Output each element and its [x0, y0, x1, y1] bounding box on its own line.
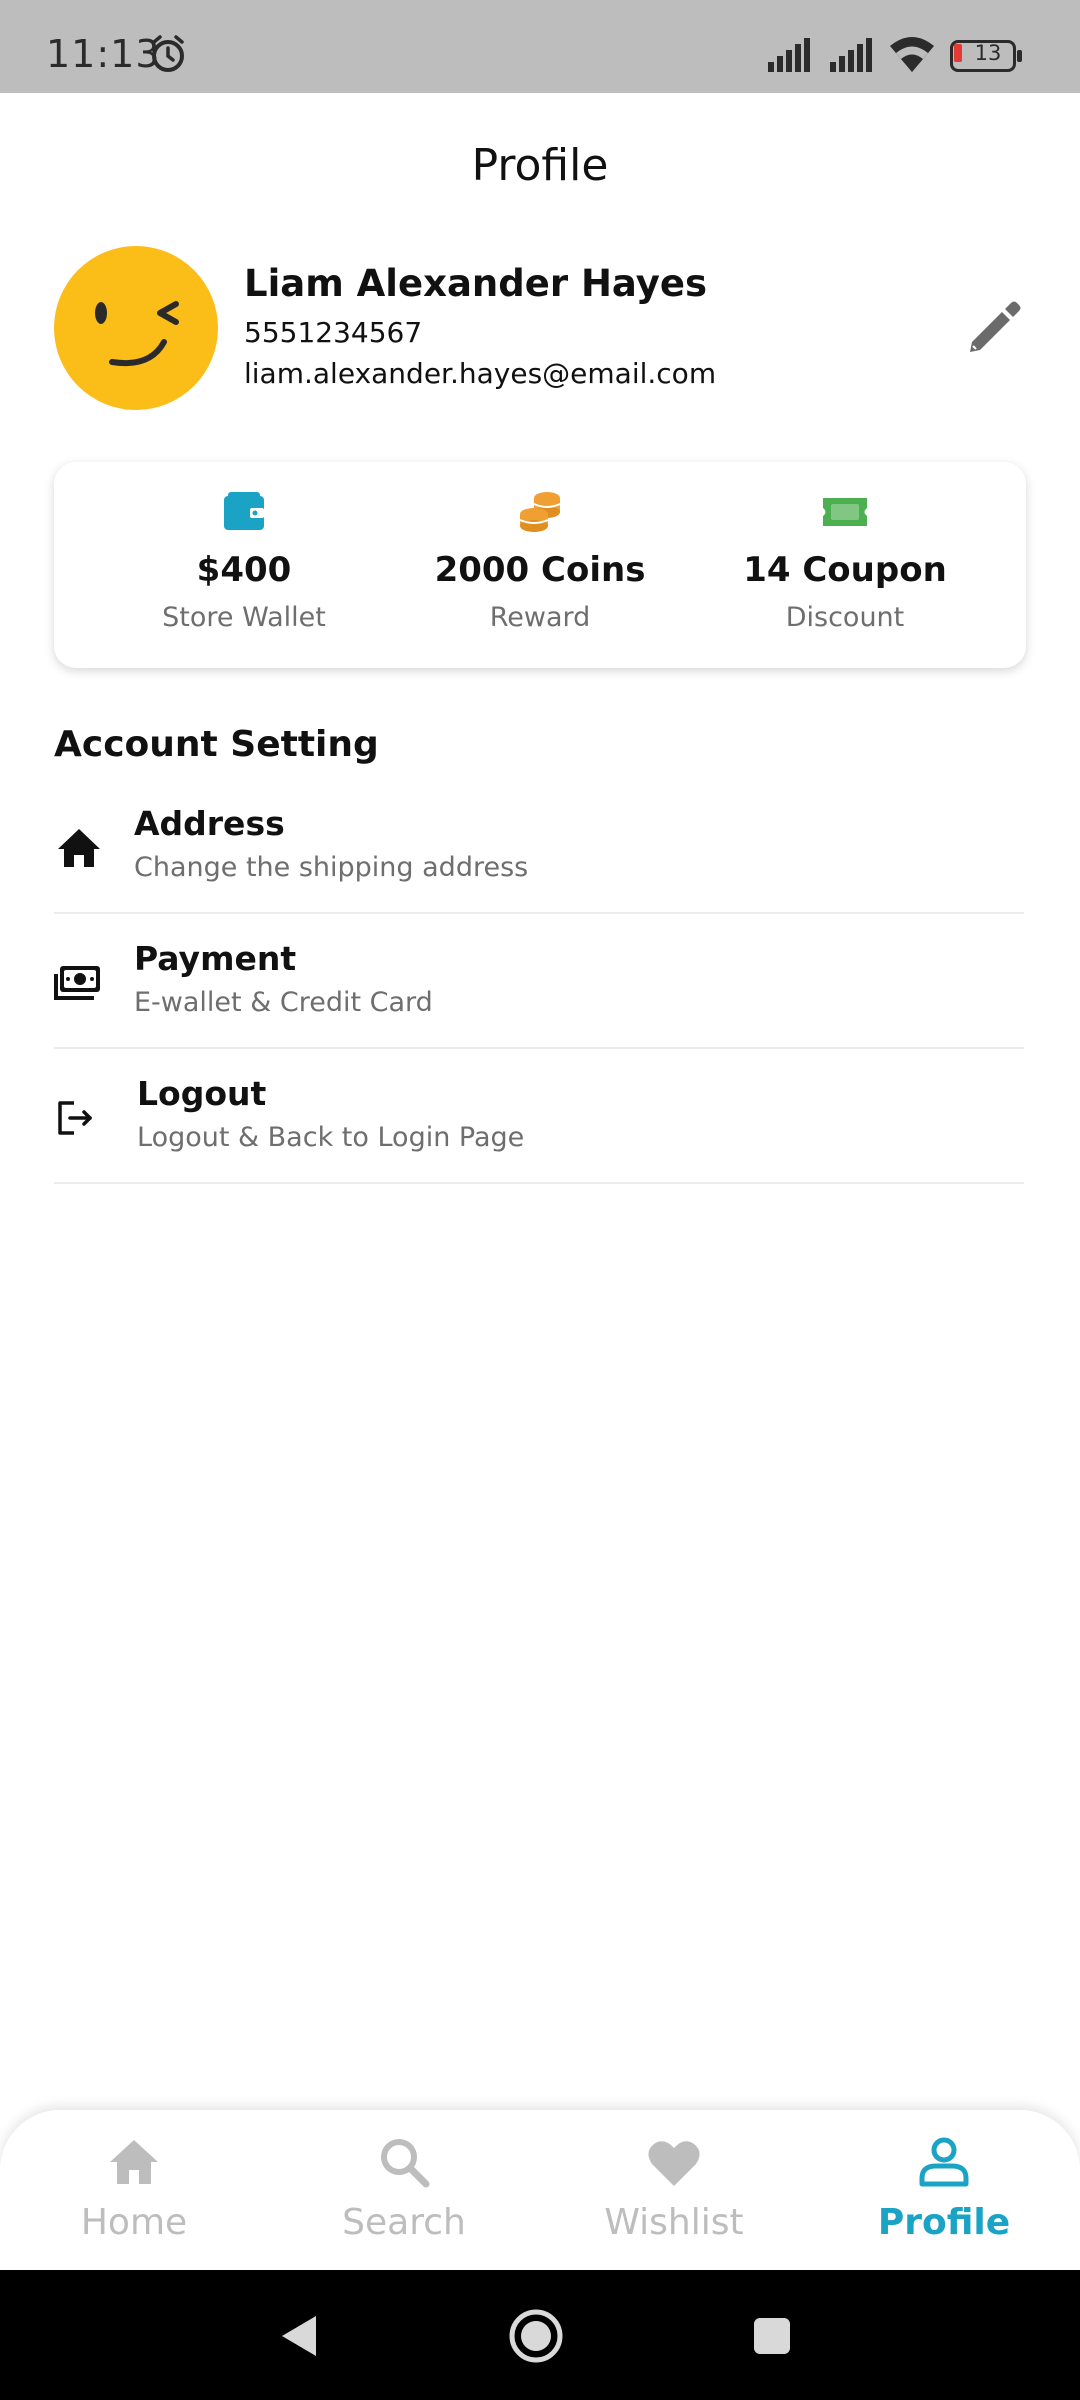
nav-label: Search — [342, 2202, 466, 2243]
bottom-navigation: Home Search Wishlist Profile — [0, 2110, 1080, 2270]
stats-card: $400 Store Wallet 2000 Coins Reward 14 C… — [54, 462, 1026, 668]
wallet-icon — [224, 492, 264, 530]
section-title-account-setting: Account Setting — [54, 724, 379, 765]
battery-tip — [1017, 50, 1022, 62]
page-title: Profile — [471, 140, 609, 191]
nav-label: Wishlist — [604, 2202, 744, 2243]
stat-label: Discount — [785, 602, 905, 633]
back-icon[interactable] — [276, 2312, 324, 2360]
nav-item-search[interactable]: Search — [304, 2110, 504, 2270]
menu-item-logout[interactable]: Logout Logout & Back to Login Page — [54, 1050, 1024, 1184]
profile-screen: 11:13 13 Profile Liam Alexander Hayes 55… — [0, 0, 1080, 2400]
person-icon — [919, 2137, 969, 2187]
battery-icon: 13 — [950, 40, 1022, 72]
menu-subtitle: Logout & Back to Login Page — [137, 1122, 525, 1153]
stat-reward[interactable]: 2000 Coins Reward — [390, 462, 690, 668]
menu-subtitle: Change the shipping address — [134, 852, 529, 883]
user-phone: 5551234567 — [244, 316, 423, 349]
heart-icon — [648, 2141, 700, 2186]
search-icon — [381, 2139, 430, 2188]
menu-title: Payment — [134, 939, 297, 978]
stat-store-wallet[interactable]: $400 Store Wallet — [94, 462, 394, 668]
stat-value: 2000 Coins — [434, 550, 646, 590]
user-name: Liam Alexander Hayes — [244, 262, 707, 305]
stat-label: Store Wallet — [162, 602, 326, 633]
money-icon — [54, 966, 100, 1000]
stat-value: 14 Coupon — [743, 550, 947, 590]
logout-icon — [58, 1101, 92, 1135]
nav-item-wishlist[interactable]: Wishlist — [574, 2110, 774, 2270]
nav-label: Home — [80, 2202, 188, 2243]
battery-fill — [954, 44, 962, 62]
avatar-winking-face-icon[interactable] — [54, 246, 218, 410]
signal-icon — [768, 38, 810, 72]
coins-icon — [519, 492, 561, 532]
ticket-icon — [823, 498, 867, 526]
stat-label: Reward — [489, 602, 591, 633]
wifi-icon — [890, 37, 934, 72]
nav-item-home[interactable]: Home — [34, 2110, 234, 2270]
menu-item-address[interactable]: Address Change the shipping address — [54, 780, 1024, 914]
stat-discount[interactable]: 14 Coupon Discount — [695, 462, 995, 668]
alarm-icon — [152, 35, 184, 72]
user-email: liam.alexander.hayes@email.com — [244, 357, 717, 390]
recents-icon[interactable] — [752, 2316, 792, 2356]
status-time: 11:13 — [46, 32, 161, 76]
battery-level: 13 — [974, 41, 1002, 65]
status-bar: 11:13 13 — [0, 0, 1080, 93]
menu-subtitle: E-wallet & Credit Card — [134, 987, 433, 1018]
edit-profile-pencil-icon[interactable] — [962, 296, 1026, 360]
nav-item-profile[interactable]: Profile — [844, 2110, 1044, 2270]
menu-item-payment[interactable]: Payment E-wallet & Credit Card — [54, 915, 1024, 1049]
menu-title: Address — [134, 804, 285, 843]
signal-icon — [830, 38, 872, 72]
home-circle-icon[interactable] — [508, 2308, 564, 2364]
system-navigation-bar — [0, 2270, 1080, 2400]
nav-label: Profile — [877, 2202, 1011, 2243]
stat-value: $400 — [196, 550, 292, 590]
home-icon — [58, 829, 100, 867]
menu-title: Logout — [137, 1074, 267, 1113]
home-icon — [110, 2140, 158, 2184]
